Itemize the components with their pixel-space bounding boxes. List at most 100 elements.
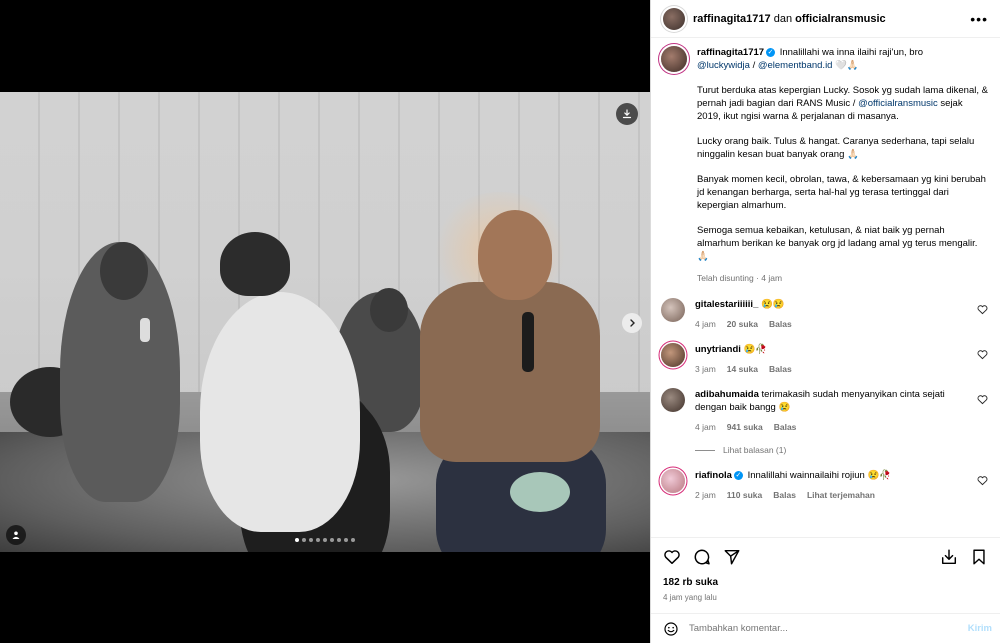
comment-like-heart-icon[interactable] (977, 394, 988, 405)
comment-reply-button[interactable]: Balas (773, 489, 796, 502)
photo-microphone (140, 318, 150, 342)
bookmark-icon[interactable] (970, 548, 988, 566)
replies-divider (695, 450, 715, 451)
caption-paragraph: Semoga semua kebaikan, ketulusan, & niat… (697, 225, 978, 262)
carousel-dot (330, 538, 334, 542)
comment-input[interactable] (689, 623, 958, 634)
post-header: raffinagita1717 dan officialransmusic ••… (651, 0, 1000, 38)
post-side-panel: raffinagita1717 dan officialransmusic ••… (650, 0, 1000, 643)
comment-item: unytriandi 😢🥀 3 jam 14 suka Balas (661, 343, 988, 376)
photo-person-center (200, 292, 360, 532)
caption-paragraph: Lucky orang baik. Tulus & hangat. Carany… (697, 136, 975, 160)
caption: raffinagita1717 ✓ Innalillahi wa inna ila… (661, 46, 988, 285)
comment-likes[interactable]: 941 suka (727, 421, 763, 434)
likes-count[interactable]: 182 rb suka (663, 577, 988, 588)
commenter-avatar[interactable] (661, 388, 685, 412)
comment-text: 😢🥀 (743, 344, 768, 355)
caption-line1: Innalillahi wa inna ilaihi raji'un, bro (779, 47, 924, 58)
caption-edited-time: Telah disunting · 4 jam (697, 273, 783, 283)
caption-username[interactable]: raffinagita1717 (697, 47, 764, 58)
carousel-dot (323, 538, 327, 542)
heart-icon[interactable] (663, 548, 681, 566)
chevron-right-icon (630, 319, 635, 327)
commenter-avatar[interactable] (661, 298, 685, 322)
carousel-dot (309, 538, 313, 542)
comment-item: riafinola ✓ Innalillahi wainnailaihi roji… (661, 469, 988, 502)
caption-text: raffinagita1717 ✓ Innalillahi wa inna ila… (697, 46, 988, 285)
carousel-indicator (0, 538, 650, 542)
download-icon (622, 109, 632, 119)
photo-person-head (478, 210, 552, 300)
caption-paragraph: Turut berduka atas kepergian Lucky. Soso… (697, 84, 988, 123)
coauthor-username-link[interactable]: officialransmusic (795, 13, 885, 25)
comment-username[interactable]: adibahumaida (695, 389, 759, 400)
carousel-dot (344, 538, 348, 542)
tagged-users-button[interactable] (6, 525, 26, 545)
photo-person-cap (220, 232, 290, 296)
add-comment-bar: Kirim (651, 613, 1000, 643)
comment-time[interactable]: 4 jam (695, 421, 716, 434)
authors-conjunction: dan (773, 12, 793, 25)
comment-like-heart-icon[interactable] (977, 304, 988, 315)
carousel-dot (302, 538, 306, 542)
photo-microphone (522, 312, 534, 372)
comment-time[interactable]: 2 jam (695, 489, 716, 502)
comment-reply-button[interactable]: Balas (769, 363, 792, 376)
action-icons (663, 545, 988, 569)
carousel-dot (351, 538, 355, 542)
commenter-avatar[interactable] (661, 343, 685, 367)
author-avatar[interactable] (663, 7, 685, 30)
view-replies-button[interactable]: Lihat balasan (1) (695, 444, 988, 457)
verified-badge-icon: ✓ (766, 47, 776, 57)
mention-link[interactable]: @luckywidja (697, 60, 750, 71)
comment-reply-button[interactable]: Balas (769, 318, 792, 331)
comments-scroll-area[interactable]: raffinagita1717 ✓ Innalillahi wa inna ila… (651, 38, 1000, 537)
carousel-next-button[interactable] (622, 313, 642, 333)
more-options-button[interactable]: ••• (970, 12, 988, 26)
download-icon[interactable] (940, 548, 958, 566)
view-replies-label: Lihat balasan (1) (723, 445, 787, 455)
commenter-avatar[interactable] (661, 469, 685, 493)
instagram-post-view: raffinagita1717 dan officialransmusic ••… (0, 0, 1000, 643)
comment-username[interactable]: unytriandi (695, 344, 741, 355)
comment-list: gitalestariiiiii_ 😢😢 4 jam 20 suka Balas (661, 298, 988, 502)
mention-link[interactable]: @officialransmusic (858, 98, 938, 109)
carousel-dot (337, 538, 341, 542)
comment-like-heart-icon[interactable] (977, 475, 988, 486)
download-button[interactable] (616, 103, 638, 125)
carousel-dot (295, 538, 299, 542)
emoji-icon[interactable] (663, 621, 679, 637)
send-icon[interactable] (723, 548, 741, 566)
post-photo[interactable] (0, 92, 650, 552)
comment-likes[interactable]: 20 suka (727, 318, 758, 331)
carousel-dot (316, 538, 320, 542)
comment-likes[interactable]: 14 suka (727, 363, 758, 376)
comment-username[interactable]: riafinola (695, 470, 732, 481)
comment-like-heart-icon[interactable] (977, 349, 988, 360)
comment-item: gitalestariiiiii_ 😢😢 4 jam 20 suka Balas (661, 298, 988, 331)
post-timestamp[interactable]: 4 jam yang lalu (663, 593, 988, 602)
comment-likes[interactable]: 110 suka (727, 489, 762, 502)
caption-paragraph: Banyak momen kecil, obrolan, tawa, & keb… (697, 174, 986, 211)
comment-icon[interactable] (693, 548, 711, 566)
verified-badge-icon: ✓ (733, 470, 743, 480)
post-authors: raffinagita1717 dan officialransmusic (693, 13, 886, 25)
post-comment-button[interactable]: Kirim (968, 623, 992, 634)
caption-first-line: raffinagita1717 ✓ Innalillahi wa inna ila… (697, 46, 988, 72)
author-username-link[interactable]: raffinagita1717 (693, 13, 771, 25)
comment-reply-button[interactable]: Balas (774, 421, 797, 434)
comment-username[interactable]: gitalestariiiiii_ (695, 299, 758, 310)
comment-item: adibahumaida terimakasih sudah menyanyik… (661, 388, 988, 434)
mention-link[interactable]: @elementband.id (758, 60, 833, 71)
caption-author-avatar[interactable] (661, 46, 687, 72)
photo-person-head (370, 288, 408, 332)
comment-text: 😢😢 (761, 299, 785, 310)
photo-stool-seat (510, 472, 570, 512)
comment-text: Innalillahi wainnailaihi rojiun 😢🥀 (747, 470, 892, 481)
translate-button[interactable]: Lihat terjemahan (807, 489, 875, 502)
comment-time[interactable]: 4 jam (695, 318, 716, 331)
photo-person-head (100, 242, 148, 300)
comment-time[interactable]: 3 jam (695, 363, 716, 376)
caption-line1-end: 🤍🙏🏻 (832, 60, 859, 71)
photo-person-singer-right (420, 282, 600, 462)
